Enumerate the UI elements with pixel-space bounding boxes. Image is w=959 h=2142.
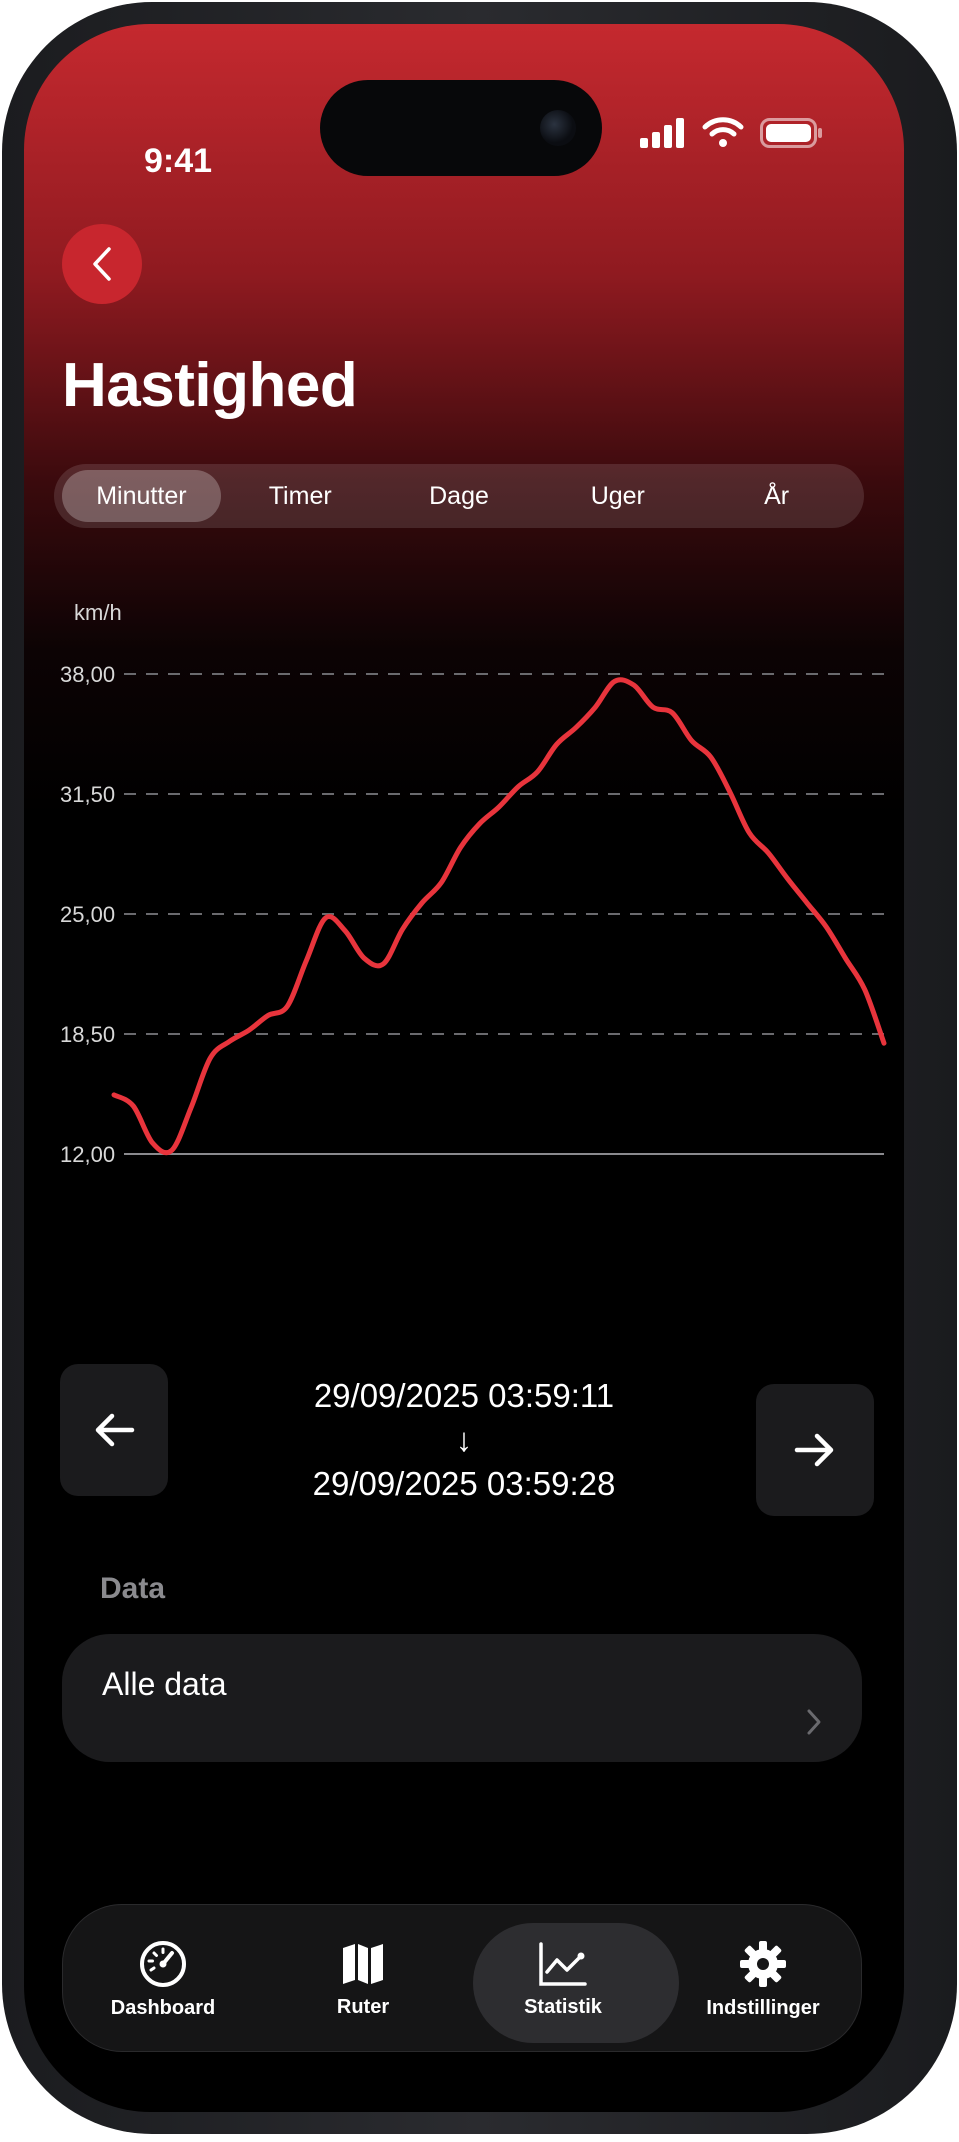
speed-chart: km/h 38,00 31,50 25,00 18,50 12,00 (24, 584, 904, 1184)
data-filter-label: Alle data (102, 1666, 227, 1702)
tab-label-dashboard: Dashboard (110, 1996, 216, 2019)
device-mockup: 9:41 Hastighed Minutter Timer Dage Uger … (0, 0, 959, 2142)
camera-icon (540, 110, 576, 146)
y-axis-label: km/h (74, 600, 122, 625)
tab-indstillinger[interactable]: Indstillinger (663, 1905, 863, 2053)
y-tick-label: 12,00 (60, 1142, 115, 1167)
battery-icon (760, 118, 822, 148)
series-line (111, 677, 887, 1156)
gear-icon (740, 1940, 786, 1987)
map-icon (343, 1943, 383, 1984)
time-range-segmented-control: Minutter Timer Dage Uger År (54, 464, 864, 528)
next-range-button[interactable] (756, 1384, 874, 1516)
range-arrow: ↓ (455, 1421, 473, 1458)
arrow-left-icon (95, 1413, 135, 1447)
page-title: Hastighed (62, 351, 358, 420)
date-range: 29/09/2025 03:59:11 ↓ 29/09/2025 03:59:2… (254, 1374, 674, 1506)
speedometer-icon (140, 1940, 186, 1987)
arrow-right-icon (794, 1433, 834, 1467)
y-tick-label: 38,00 (60, 662, 115, 687)
y-tick-label: 31,50 (60, 782, 115, 807)
tab-label-indstillinger: Indstillinger (706, 1996, 820, 2019)
signal-icon (640, 118, 684, 148)
data-filter-row[interactable]: Alle data (62, 1634, 862, 1762)
tab-dashboard[interactable]: Dashboard (63, 1905, 263, 2053)
speed-line-chart: km/h 38,00 31,50 25,00 18,50 12,00 (60, 600, 887, 1167)
y-tick-label: 25,00 (60, 902, 115, 927)
chevron-right-icon (807, 1709, 821, 1735)
segment-minutter[interactable]: Minutter (62, 470, 221, 522)
tab-label-statistik: Statistik (524, 1995, 602, 2018)
segment-dage[interactable]: Dage (380, 470, 539, 522)
status-icons (640, 116, 824, 148)
segment-timer[interactable]: Timer (221, 470, 380, 522)
dynamic-island (320, 80, 602, 176)
tab-label-ruter: Ruter (336, 1995, 390, 2018)
tab-statistik[interactable]: Statistik (463, 1905, 679, 2053)
data-section-label: Data (100, 1572, 166, 1605)
tab-ruter[interactable]: Ruter (263, 1905, 463, 2053)
chevron-left-icon (93, 247, 111, 281)
chart-icon (539, 1941, 587, 1986)
app-screen: 9:41 Hastighed Minutter Timer Dage Uger … (24, 24, 904, 2112)
y-tick-label: 18,50 (60, 1022, 115, 1047)
status-time: 9:41 (144, 142, 213, 180)
range-start: 29/09/2025 03:59:11 (313, 1377, 615, 1414)
segment-uger[interactable]: Uger (538, 470, 697, 522)
range-end: 29/09/2025 03:59:28 (312, 1465, 616, 1502)
previous-range-button[interactable] (60, 1364, 168, 1496)
tab-bar: Dashboard Ruter Statistik Indstillinger (62, 1904, 862, 2052)
segment-aar[interactable]: År (697, 470, 856, 522)
back-button[interactable] (62, 224, 142, 304)
wifi-icon (702, 117, 744, 147)
